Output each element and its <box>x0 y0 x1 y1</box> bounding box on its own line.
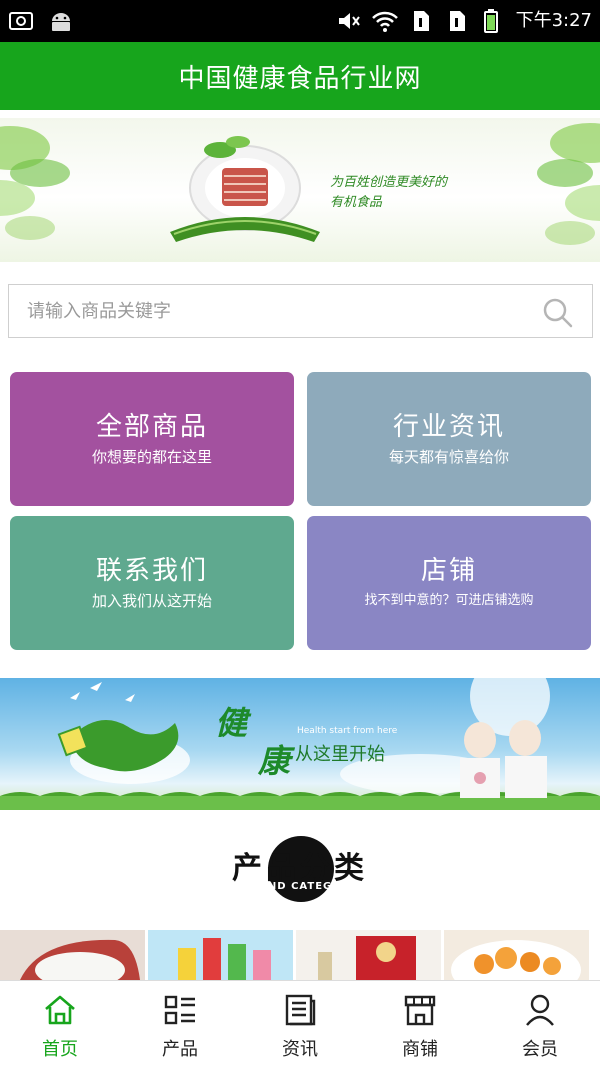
tile-subtitle: 你想要的都在这里 <box>91 448 212 466</box>
leaves-right-decoration <box>537 123 600 245</box>
banner-slogan-line1: 为百姓创造更美好的 <box>330 175 448 190</box>
nav-label: 产品 <box>162 1039 198 1060</box>
sim1-icon <box>413 11 429 31</box>
sim2-icon <box>449 11 465 31</box>
liquor-image <box>296 930 441 980</box>
nav-news[interactable]: 资讯 <box>240 981 360 1067</box>
screenshot-icon <box>9 12 33 30</box>
nav-member[interactable]: 会员 <box>480 981 600 1067</box>
category-subtitle: BRAND CATEGORY <box>241 881 359 892</box>
mute-icon <box>338 13 360 29</box>
top-banner[interactable]: 为百姓创造更美好的 有机食品 <box>0 118 600 262</box>
tile-shops[interactable]: 店铺 找不到中意的？可进店铺选购 <box>307 516 591 650</box>
user-icon <box>526 994 554 1026</box>
search-box[interactable] <box>8 284 593 338</box>
app-screen: 下午3:27 中国健康食品行业网 为百姓创造更美好的 有机食品 请输入商品关键字… <box>0 0 600 1067</box>
tile-industry-news[interactable]: 行业资讯 每天都有惊喜给你 <box>307 372 591 506</box>
tile-title: 全部商品 <box>95 412 208 442</box>
leaves-left-decoration <box>0 126 70 240</box>
nav-shops[interactable]: 商铺 <box>360 981 480 1067</box>
tile-subtitle: 每天都有惊喜给你 <box>388 448 509 466</box>
shop-icon <box>404 995 436 1026</box>
product-thumb-liquor[interactable] <box>296 930 441 980</box>
wifi-icon <box>371 11 398 32</box>
nav-home[interactable]: 首页 <box>0 981 120 1067</box>
food-plate-image <box>170 136 320 242</box>
banner-slogan-line2: 有机食品 <box>330 195 383 210</box>
status-bar: 下午3:27 <box>0 0 600 42</box>
fruit-image <box>444 930 589 980</box>
android-icon <box>52 13 70 31</box>
tile-title: 行业资讯 <box>392 412 505 442</box>
tile-title: 店铺 <box>420 556 477 586</box>
rice-image <box>0 930 145 980</box>
nav-products[interactable]: 产品 <box>120 981 240 1067</box>
status-time: 下午3:27 <box>515 10 592 31</box>
banner-char1: 健 <box>215 704 248 742</box>
app-header: 中国健康食品行业网 <box>0 42 600 110</box>
banner-char2: 康 <box>258 742 291 780</box>
status-right: 下午3:27 <box>336 8 592 34</box>
tile-contact-us[interactable]: 联系我们 加入我们从这开始 <box>10 516 294 650</box>
bottom-nav: 首页 产品 资讯 商铺 会员 <box>0 980 600 1067</box>
drinks-image <box>148 930 293 980</box>
search-icon[interactable] <box>542 297 574 329</box>
page-title: 中国健康食品行业网 <box>178 63 422 94</box>
battery-icon <box>483 9 498 33</box>
banner-slogan: 为百姓创造更美好的 有机食品 <box>330 173 447 213</box>
status-left <box>8 8 74 34</box>
nav-label: 资讯 <box>282 1039 318 1060</box>
banner-tagline: 从这里开始 <box>295 744 385 765</box>
tile-title: 联系我们 <box>95 556 208 586</box>
product-thumb-rice[interactable] <box>0 930 145 980</box>
product-thumb-drinks[interactable] <box>148 930 293 980</box>
health-banner[interactable]: 健 康 Health start from here 从这里开始 <box>0 678 600 810</box>
document-icon <box>285 994 316 1026</box>
nav-label: 商铺 <box>402 1039 438 1060</box>
product-thumb-fruit[interactable] <box>444 930 589 980</box>
nav-label: 会员 <box>522 1039 558 1060</box>
tile-subtitle: 找不到中意的？可进店铺选购 <box>364 593 534 608</box>
grid-list-icon <box>164 995 195 1025</box>
banner-small-text: Health start from here <box>297 726 398 736</box>
nav-label: 首页 <box>42 1039 78 1060</box>
home-icon <box>45 995 75 1025</box>
tile-subtitle: 加入我们从这开始 <box>91 592 212 610</box>
search-input[interactable] <box>27 285 527 337</box>
tile-all-products[interactable]: 全部商品 你想要的都在这里 <box>10 372 294 506</box>
